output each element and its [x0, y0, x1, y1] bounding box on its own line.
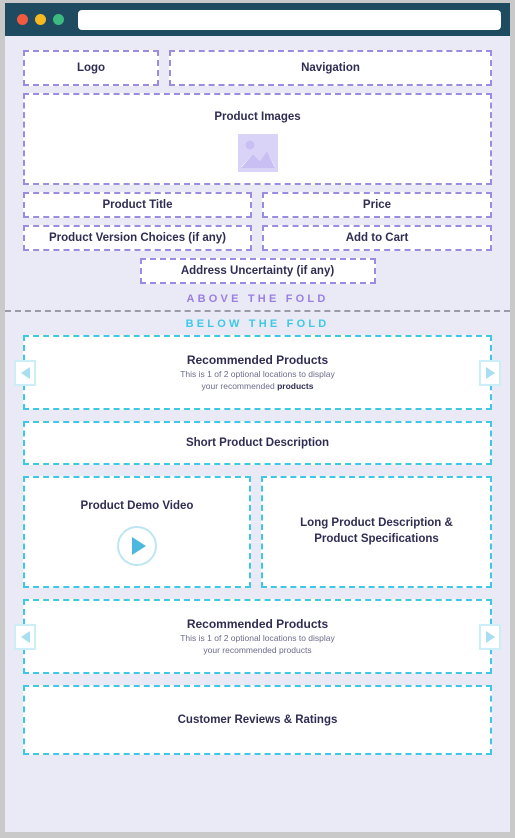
- price-label: Price: [362, 199, 392, 211]
- carousel-prev-button-bottom[interactable]: [14, 623, 36, 650]
- version-cart-row: Product Version Choices (if any) Add to …: [23, 225, 492, 251]
- carousel-next-button-bottom[interactable]: [479, 623, 501, 650]
- product-version-choices-label: Product Version Choices (if any): [48, 232, 226, 244]
- long-product-description-placeholder[interactable]: Long Product Description & Product Speci…: [261, 476, 492, 588]
- video-longdesc-row: Product Demo Video Long Product Descript…: [23, 476, 492, 588]
- short-product-description-placeholder[interactable]: Short Product Description: [23, 421, 492, 465]
- chevron-left-icon: [20, 630, 30, 643]
- close-window-button[interactable]: [17, 14, 28, 25]
- chevron-right-icon: [485, 630, 495, 643]
- below-the-fold-region: Recommended Products This is 1 of 2 opti…: [5, 335, 510, 832]
- address-uncertainty-label: Address Uncertainty (if any): [180, 265, 335, 277]
- above-the-fold-region: Logo Navigation Product Images Product T…: [5, 36, 510, 284]
- product-version-choices-placeholder[interactable]: Product Version Choices (if any): [23, 225, 252, 251]
- product-title-placeholder[interactable]: Product Title: [23, 192, 252, 218]
- carousel-next-button-top[interactable]: [479, 359, 501, 386]
- play-icon: [132, 537, 146, 555]
- add-to-cart-button[interactable]: Add to Cart: [262, 225, 492, 251]
- long-product-description-line-2: Product Specifications: [314, 533, 439, 545]
- chevron-right-icon: [485, 366, 495, 379]
- subtitle-line-1: This is 1 of 2 optional locations to dis…: [180, 633, 335, 644]
- title-price-row: Product Title Price: [23, 192, 492, 218]
- recommended-products-carousel-bottom[interactable]: Recommended Products This is 1 of 2 opti…: [14, 599, 501, 674]
- product-images-placeholder[interactable]: Product Images: [23, 93, 492, 185]
- browser-title-bar: [0, 0, 515, 36]
- product-demo-video-placeholder[interactable]: Product Demo Video: [23, 476, 251, 588]
- product-images-label: Product Images: [214, 110, 301, 123]
- recommended-products-subtitle-bottom: This is 1 of 2 optional locations to dis…: [180, 633, 335, 656]
- chevron-left-icon: [20, 366, 30, 379]
- subtitle-line-2-emphasis: products: [277, 380, 314, 391]
- price-placeholder[interactable]: Price: [262, 192, 492, 218]
- recommended-products-subtitle-top: This is 1 of 2 optional locations to dis…: [180, 369, 335, 392]
- navigation-label: Navigation: [301, 62, 360, 74]
- product-title-label: Product Title: [102, 199, 173, 211]
- long-product-description-line-1: Long Product Description &: [300, 517, 453, 530]
- page-viewport: Logo Navigation Product Images Product T…: [0, 36, 515, 838]
- maximize-window-button[interactable]: [53, 14, 64, 25]
- browser-window: Logo Navigation Product Images Product T…: [0, 0, 515, 838]
- subtitle-line-2: your recommended products: [203, 644, 312, 655]
- header-row: Logo Navigation: [23, 50, 492, 86]
- address-bar-input[interactable]: [78, 9, 501, 30]
- above-the-fold-label: ABOVE THE FOLD: [186, 293, 329, 305]
- product-demo-video-label: Product Demo Video: [80, 500, 194, 512]
- customer-reviews-label: Customer Reviews & Ratings: [177, 714, 338, 726]
- customer-reviews-placeholder[interactable]: Customer Reviews & Ratings: [23, 685, 492, 755]
- recommended-products-title-bottom: Recommended Products: [186, 617, 329, 632]
- add-to-cart-label: Add to Cart: [345, 232, 409, 244]
- short-product-description-label: Short Product Description: [185, 437, 330, 449]
- minimize-window-button[interactable]: [35, 14, 46, 25]
- window-controls: [17, 14, 64, 25]
- logo-label: Logo: [76, 62, 106, 74]
- navigation-placeholder[interactable]: Navigation: [169, 50, 492, 86]
- carousel-prev-button-top[interactable]: [14, 359, 36, 386]
- image-placeholder-icon: [237, 133, 278, 172]
- below-the-fold-label: BELOW THE FOLD: [185, 318, 330, 330]
- logo-placeholder[interactable]: Logo: [23, 50, 159, 86]
- subtitle-line-1: This is 1 of 2 optional locations to dis…: [180, 369, 335, 380]
- play-video-button[interactable]: [117, 526, 157, 566]
- address-uncertainty-placeholder[interactable]: Address Uncertainty (if any): [139, 258, 376, 284]
- subtitle-line-2-prefix: your recommended: [201, 380, 278, 391]
- recommended-products-title-top: Recommended Products: [186, 353, 329, 368]
- recommended-products-carousel-top[interactable]: Recommended Products This is 1 of 2 opti…: [14, 335, 501, 410]
